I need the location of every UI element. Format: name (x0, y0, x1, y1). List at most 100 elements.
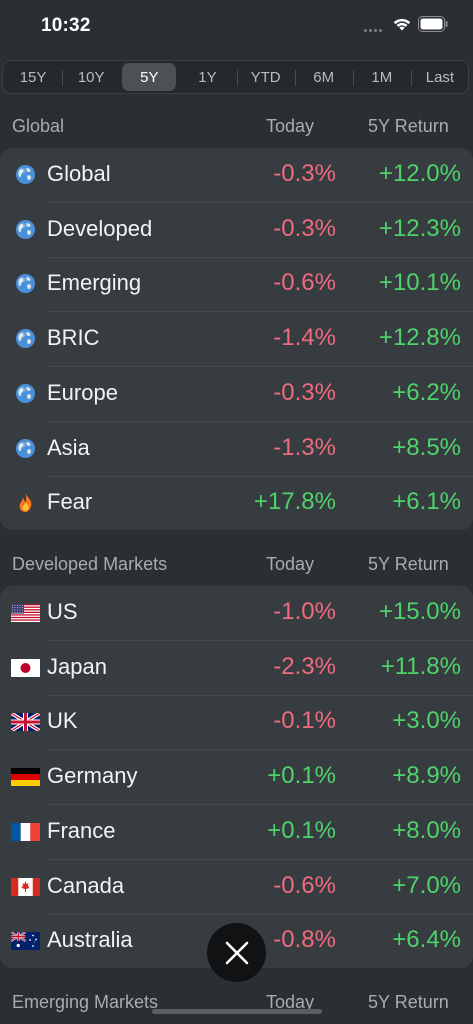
market-row[interactable]: Global -0.3% +12.0% (0, 148, 473, 203)
period-return: +12.0% (378, 160, 461, 187)
market-row[interactable]: UK -0.1% +3.0% (0, 695, 473, 751)
market-name: BRIC (47, 325, 100, 351)
period-option[interactable]: 15Y (6, 63, 60, 91)
period-return: +6.4% (392, 926, 461, 954)
canada-flag-icon (11, 877, 40, 896)
period-return: +12.3% (378, 214, 461, 242)
today-change: -0.3% (273, 214, 336, 242)
market-row[interactable]: Canada -0.6% +7.0% (0, 860, 473, 915)
column-return-label: 5Y Return (368, 992, 449, 1012)
segment-divider (410, 70, 412, 86)
today-change: -0.6% (273, 871, 336, 899)
status-bar: 10:32 (0, 0, 473, 52)
us-flag-icon (11, 604, 40, 622)
market-name: Australia (47, 927, 133, 953)
market-name: UK (47, 708, 78, 734)
period-return: +12.8% (378, 324, 461, 352)
globe-icon (15, 219, 36, 239)
today-change: -0.8% (273, 926, 336, 954)
globe-icon (15, 329, 36, 349)
market-name: Fear (47, 489, 93, 515)
today-change: -0.1% (273, 707, 336, 735)
market-name: US (47, 599, 78, 624)
market-row[interactable]: Japan -2.3% +11.8% (0, 641, 473, 696)
market-row[interactable]: US -1.0% +15.0% (0, 586, 473, 641)
germany-flag-icon (11, 768, 40, 787)
period-segmented-control: 15Y 10Y 5Y 1Y YTD 6M 1M Last (2, 60, 469, 94)
global-card: Global -0.3% +12.0% Developed -0.3% +12.3% Eme… (0, 148, 473, 530)
market-row[interactable]: Asia -1.3% +8.5% (0, 422, 473, 477)
today-change: +0.1% (267, 816, 336, 844)
globe-icon (15, 164, 36, 185)
australia-flag-icon (11, 932, 40, 951)
today-change: -0.3% (273, 378, 336, 406)
home-indicator (152, 1009, 322, 1014)
globe-icon (15, 383, 36, 403)
period-option[interactable]: 10Y (64, 63, 118, 91)
segment-divider (236, 70, 238, 86)
battery-icon (418, 16, 448, 32)
today-change: +17.8% (253, 488, 336, 516)
status-time: 10:32 (41, 15, 91, 36)
column-today-label: Today (266, 554, 315, 574)
market-row[interactable]: France +0.1% +8.0% (0, 805, 473, 860)
market-row[interactable]: BRIC -1.4% +12.8% (0, 312, 473, 368)
period-return: +7.0% (392, 871, 461, 899)
cellular-signal-icon (364, 29, 382, 32)
globe-icon (15, 438, 36, 458)
period-option[interactable]: Last (413, 63, 467, 91)
uk-flag-icon (11, 713, 40, 732)
market-row[interactable]: Europe -0.3% +6.2% (0, 367, 473, 422)
market-row[interactable]: Developed -0.3% +12.3% (0, 203, 473, 258)
section-header-developed: Developed Markets Today 5Y Return (0, 546, 473, 582)
market-name: France (47, 817, 116, 843)
segment-divider (62, 70, 64, 86)
period-return: +11.8% (380, 652, 461, 680)
period-return: +15.0% (378, 598, 461, 625)
close-icon (225, 941, 248, 964)
section-title: Emerging Markets (12, 992, 159, 1012)
market-row[interactable]: Germany +0.1% +8.9% (0, 750, 473, 806)
today-change: -0.3% (273, 160, 336, 187)
market-name: Asia (47, 434, 90, 460)
period-return: +6.2% (392, 378, 461, 406)
market-name: Global (47, 161, 111, 186)
developed-card: US -1.0% +15.0% Japan -2.3% +11.8% UK -0.1% +3.0… (0, 586, 473, 968)
section-title: Global (12, 116, 65, 136)
column-today-label: Today (266, 116, 315, 136)
today-change: -1.4% (273, 324, 336, 352)
period-return: +8.9% (392, 762, 461, 790)
france-flag-icon (11, 822, 40, 841)
market-row[interactable]: Emerging -0.6% +10.1% (0, 257, 473, 313)
section-header-emerging: Emerging Markets Today 5Y Return (0, 984, 473, 1020)
today-change: +0.1% (267, 762, 336, 790)
today-change: -2.3% (273, 652, 336, 680)
period-option[interactable]: YTD (239, 63, 293, 91)
period-return: +10.1% (378, 269, 461, 297)
close-button[interactable] (207, 923, 266, 982)
wifi-icon (393, 18, 411, 31)
market-name: Germany (47, 763, 138, 789)
today-change: -1.0% (273, 598, 336, 625)
section-header-global: Global Today 5Y Return (0, 108, 473, 144)
market-name: Canada (47, 872, 125, 898)
segment-divider (294, 70, 296, 86)
market-name: Europe (47, 379, 118, 405)
period-return: +8.5% (392, 433, 461, 461)
period-option[interactable]: 6M (297, 63, 351, 91)
globe-icon (15, 274, 36, 294)
fire-icon (19, 493, 32, 513)
period-option[interactable]: 5Y (122, 63, 177, 91)
period-option[interactable]: 1Y (180, 63, 234, 91)
market-row[interactable]: Fear +17.8% +6.1% (0, 476, 473, 530)
period-return: +8.0% (392, 816, 461, 844)
market-name: Developed (47, 215, 153, 241)
column-return-label: 5Y Return (368, 116, 449, 136)
period-return: +3.0% (392, 707, 461, 735)
market-name: Emerging (47, 270, 142, 296)
column-return-label: 5Y Return (368, 554, 449, 574)
today-change: -1.3% (273, 433, 336, 461)
today-change: -0.6% (273, 269, 336, 297)
period-option[interactable]: 1M (355, 63, 409, 91)
market-name: Japan (47, 653, 107, 679)
